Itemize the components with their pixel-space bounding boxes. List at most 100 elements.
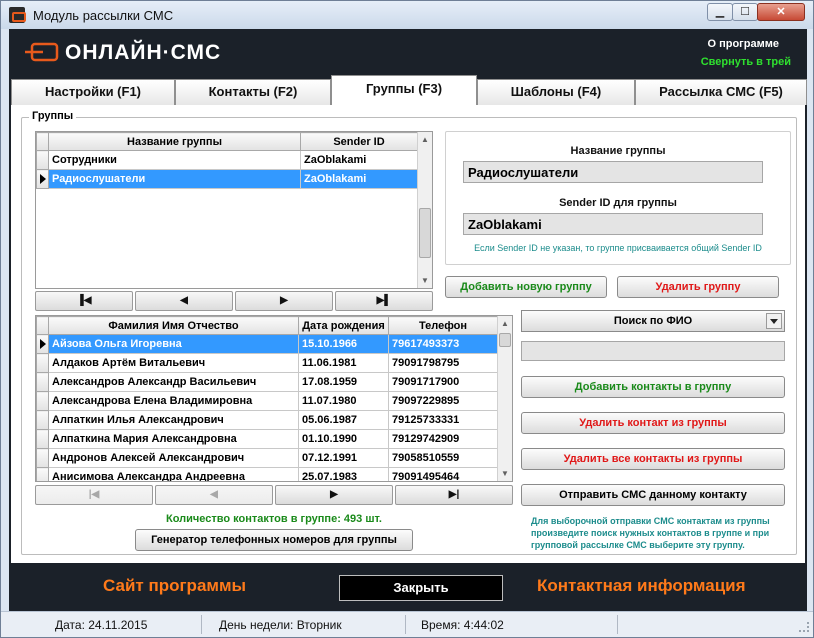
send-sms-to-contact-button[interactable]: Отправить СМС данному контакту [521,484,785,506]
column-header-sender-id[interactable]: Sender ID [300,132,418,151]
contact-phone-cell[interactable]: 79097229895 [388,391,498,411]
sender-id-cell[interactable]: ZaOblakami [300,169,418,189]
chevron-down-icon[interactable] [766,313,782,329]
minimize-button[interactable]: ▁ [707,3,733,21]
program-site-link[interactable]: Сайт программы [103,576,246,596]
contact-birth-cell[interactable]: 07.12.1991 [298,448,389,468]
scroll-thumb[interactable] [419,208,431,258]
contact-phone-cell[interactable]: 79091717900 [388,372,498,392]
row-indicator [36,410,49,430]
scroll-up-icon[interactable]: ▲ [418,132,432,147]
contact-name-cell[interactable]: Айзова Ольга Игоревна [48,334,299,354]
scroll-down-icon[interactable]: ▼ [418,273,432,288]
resize-grip-icon[interactable] [799,622,809,632]
contacts-nav-first-button[interactable]: |◀ [35,485,153,505]
table-row[interactable]: Александров Александр Васильевич 17.08.1… [36,372,498,392]
logo-icon [25,42,59,62]
table-row[interactable]: Алпаткина Мария Александровна 01.10.1990… [36,429,498,449]
close-window-button[interactable]: ✕ [757,3,805,21]
contact-phone-cell[interactable]: 79091798795 [388,353,498,373]
close-button[interactable]: Закрыть [339,575,503,601]
contact-phone-cell[interactable]: 79617493373 [388,334,498,354]
scroll-up-icon[interactable]: ▲ [498,316,512,331]
sender-id-hint: Если Sender ID не указан, то группе прис… [474,243,762,253]
table-row[interactable]: Анисимова Александра Андреевна 25.07.198… [36,467,498,481]
column-header-phone[interactable]: Телефон [388,316,498,335]
status-divider [201,615,202,634]
contact-birth-cell[interactable]: 01.10.1990 [298,429,389,449]
app-footer: Сайт программы Закрыть Контактная информ… [9,563,807,611]
contact-phone-cell[interactable]: 79058510559 [388,448,498,468]
contact-birth-cell[interactable]: 17.08.1959 [298,372,389,392]
table-row[interactable]: Андронов Алексей Александрович 07.12.199… [36,448,498,468]
tab-groups[interactable]: Группы (F3) [331,75,477,105]
scroll-thumb[interactable] [499,333,511,347]
add-group-button[interactable]: Добавить новую группу [445,276,607,298]
sender-id-cell[interactable]: ZaOblakami [300,150,418,170]
group-name-cell[interactable]: Сотрудники [48,150,301,170]
minimize-to-tray-link[interactable]: Свернуть в трей [701,56,791,68]
add-contacts-to-group-button[interactable]: Добавить контакты в группу [521,376,785,398]
about-link[interactable]: О программе [707,38,779,50]
delete-group-button[interactable]: Удалить группу [617,276,779,298]
groups-nav-last-button[interactable]: ▶▌ [335,291,433,311]
tab-contacts[interactable]: Контакты (F2) [175,79,331,105]
scroll-down-icon[interactable]: ▼ [498,466,512,481]
contact-name-cell[interactable]: Андронов Алексей Александрович [48,448,299,468]
groups-nav-prev-button[interactable]: ◀ [135,291,233,311]
close-icon: ✕ [776,6,786,18]
groups-nav-next-button[interactable]: ▶ [235,291,333,311]
contact-phone-cell[interactable]: 79091495464 [388,467,498,481]
table-row[interactable]: Алпаткин Илья Александрович 05.06.1987 7… [36,410,498,430]
groups-scrollbar[interactable]: ▲ ▼ [417,132,432,288]
contact-name-cell[interactable]: Алпаткин Илья Александрович [48,410,299,430]
logo-text: ОНЛАЙН·СМС [65,41,222,64]
groups-table[interactable]: Название группы Sender ID Сотрудники ZaO… [35,131,433,289]
contact-phone-cell[interactable]: 79125733331 [388,410,498,430]
contact-name-cell[interactable]: Алпаткина Мария Александровна [48,429,299,449]
selective-send-note: Для выборочной отправки СМС контактам из… [531,516,770,550]
table-row[interactable]: Айзова Ольга Игоревна 15.10.1966 7961749… [36,334,498,354]
contacts-scrollbar[interactable]: ▲ ▼ [497,316,512,481]
contact-birth-cell[interactable]: 25.07.1983 [298,467,389,481]
contacts-table[interactable]: Фамилия Имя Отчество Дата рождения Телеф… [35,315,513,482]
contact-birth-cell[interactable]: 15.10.1966 [298,334,389,354]
contacts-nav-last-button[interactable]: ▶| [395,485,513,505]
contacts-nav-next-button[interactable]: ▶ [275,485,393,505]
contact-phone-cell[interactable]: 79129742909 [388,429,498,449]
contact-name-cell[interactable]: Алдаков Артём Витальевич [48,353,299,373]
contact-info-link[interactable]: Контактная информация [537,576,746,596]
contact-birth-cell[interactable]: 11.06.1981 [298,353,389,373]
contact-birth-cell[interactable]: 05.06.1987 [298,410,389,430]
phone-generator-button[interactable]: Генератор телефонных номеров для группы [135,529,413,551]
remove-all-contacts-button[interactable]: Удалить все контакты из группы [521,448,785,470]
column-header-group-name[interactable]: Название группы [48,132,301,151]
search-mode-dropdown[interactable]: Поиск по ФИО [521,310,785,332]
contact-birth-cell[interactable]: 11.07.1980 [298,391,389,411]
maximize-button[interactable]: ☐ [732,3,758,21]
tab-sms-mailing[interactable]: Рассылка СМС (F5) [635,79,807,105]
groups-nav-first-button[interactable]: ▐◀ [35,291,133,311]
column-header-birth-date[interactable]: Дата рождения [298,316,389,335]
table-row[interactable]: Радиослушатели ZaOblakami [36,169,418,189]
group-sender-id-field[interactable]: ZaOblakami [463,213,763,235]
tab-settings[interactable]: Настройки (F1) [11,79,175,105]
window-title: Модуль рассылки СМС [33,8,174,23]
row-indicator [36,334,49,354]
table-row[interactable]: Александрова Елена Владимировна 11.07.19… [36,391,498,411]
contact-name-cell[interactable]: Александров Александр Васильевич [48,372,299,392]
minimize-icon: ▁ [715,6,725,18]
column-header-full-name[interactable]: Фамилия Имя Отчество [48,316,299,335]
remove-contact-button[interactable]: Удалить контакт из группы [521,412,785,434]
table-row[interactable]: Алдаков Артём Витальевич 11.06.1981 7909… [36,353,498,373]
group-name-cell[interactable]: Радиослушатели [48,169,301,189]
contact-name-cell[interactable]: Анисимова Александра Андреевна [48,467,299,481]
status-time: Время: 4:44:02 [421,618,504,632]
group-name-field[interactable]: Радиослушатели [463,161,763,183]
contacts-nav-prev-button[interactable]: ◀ [155,485,273,505]
table-row[interactable]: Сотрудники ZaOblakami [36,150,418,170]
search-input[interactable] [521,341,785,361]
tab-templates[interactable]: Шаблоны (F4) [477,79,635,105]
contact-name-cell[interactable]: Александрова Елена Владимировна [48,391,299,411]
status-divider [617,615,618,634]
